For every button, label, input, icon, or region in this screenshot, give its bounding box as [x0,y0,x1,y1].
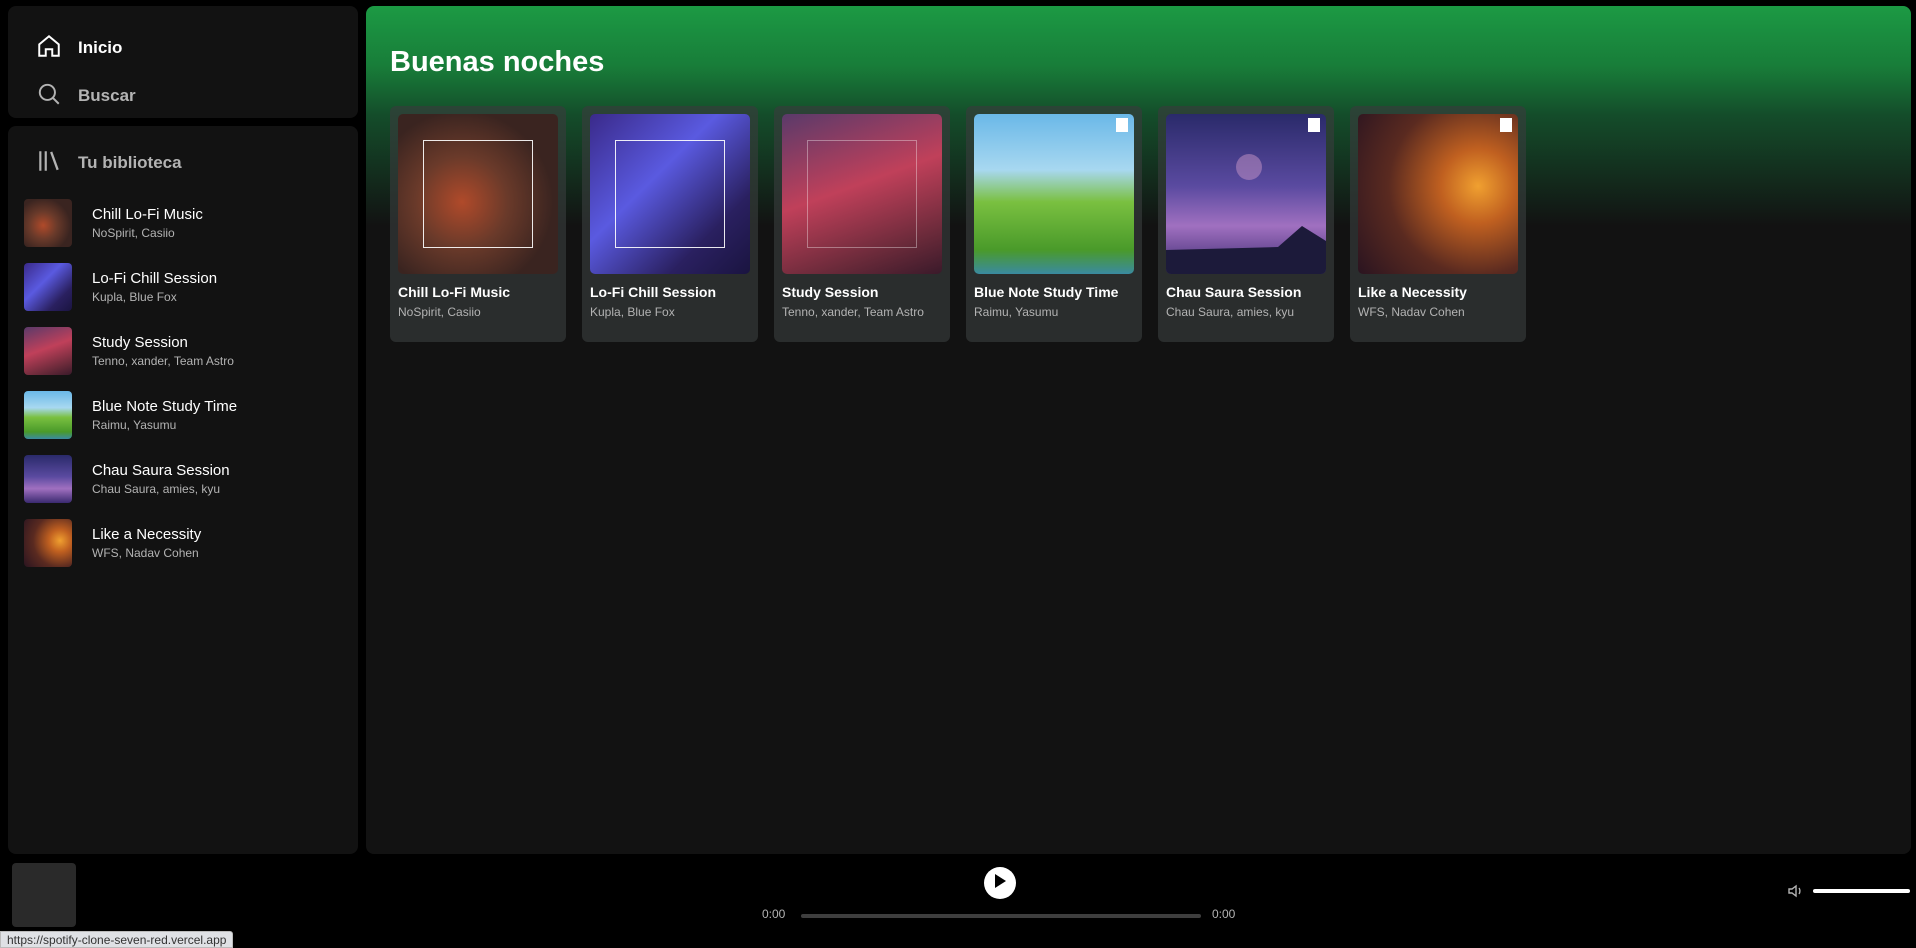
library-item-subtitle: WFS, Nadav Cohen [92,546,199,560]
library-item-title: Study Session [92,334,188,351]
label-icon [1116,118,1128,132]
library-item[interactable]: Study Session Tenno, xander, Team Astro [24,319,358,383]
duration: 0:00 [1212,907,1236,921]
playlist-cover [782,114,942,274]
now-playing-cover [12,863,76,927]
card-subtitle: NoSpirit, Casiio [398,305,481,319]
cover-frame [807,140,917,248]
play-button[interactable] [984,867,1016,899]
page-title: Buenas noches [390,46,605,78]
playlist-cover [590,114,750,274]
playlist-cover [1166,114,1326,274]
label-icon [1308,118,1320,132]
card-title: Chau Saura Session [1166,284,1302,300]
volume-icon[interactable] [1787,882,1805,900]
nav-search[interactable]: Buscar [8,72,358,120]
library-item-subtitle: Chau Saura, amies, kyu [92,482,221,496]
playlist-cover [24,455,72,503]
playlist-card[interactable]: Chill Lo-Fi Music NoSpirit, Casiio [390,106,566,342]
status-bar-url: https://spotify-clone-seven-red.vercel.a… [0,931,234,948]
card-title: Blue Note Study Time [974,284,1119,300]
card-subtitle: Tenno, xander, Team Astro [782,305,924,319]
library-item-title: Lo-Fi Chill Session [92,270,218,287]
library-list: Chill Lo-Fi Music NoSpirit, Casiio Lo-Fi … [8,191,358,575]
card-title: Study Session [782,284,879,300]
library-title: Tu biblioteca [78,153,182,172]
card-title: Like a Necessity [1358,284,1467,300]
moon-shape [1236,154,1262,180]
library-item[interactable]: Chill Lo-Fi Music NoSpirit, Casiio [24,191,358,255]
library-panel: Tu biblioteca Chill Lo-Fi Music NoSpirit,… [8,126,358,854]
library-header[interactable]: Tu biblioteca [8,135,358,191]
playlist-card[interactable]: Chau Saura Session Chau Saura, amies, ky… [1158,106,1334,342]
nav-search-label: Buscar [78,86,136,105]
library-item-title: Like a Necessity [92,526,202,543]
library-icon [36,148,62,179]
playlist-cover [24,391,72,439]
playlist-card[interactable]: Lo-Fi Chill Session Kupla, Blue Fox [582,106,758,342]
play-icon [993,873,1007,894]
label-icon [1500,118,1512,132]
cover-frame [423,140,533,248]
home-icon [36,33,62,64]
playlist-cover [24,519,72,567]
playlist-card[interactable]: Like a Necessity WFS, Nadav Cohen [1350,106,1526,342]
search-icon [36,81,62,112]
card-subtitle: Raimu, Yasumu [974,305,1059,319]
library-item-subtitle: Tenno, xander, Team Astro [92,354,234,368]
library-item-title: Chill Lo-Fi Music [92,206,203,223]
playlist-card[interactable]: Blue Note Study Time Raimu, Yasumu [966,106,1142,342]
progress-bar[interactable] [801,914,1201,918]
playlist-card[interactable]: Study Session Tenno, xander, Team Astro [774,106,950,342]
player-bar: 0:00 0:00 [0,862,1916,948]
nav-home[interactable]: Inicio [8,24,358,72]
playlist-cover [1358,114,1518,274]
current-time: 0:00 [762,907,786,921]
library-item[interactable]: Lo-Fi Chill Session Kupla, Blue Fox [24,255,358,319]
playlist-cover [24,327,72,375]
card-subtitle: Chau Saura, amies, kyu [1166,305,1295,319]
library-item-subtitle: Kupla, Blue Fox [92,290,177,304]
nav-home-label: Inicio [78,38,123,57]
library-item[interactable]: Like a Necessity WFS, Nadav Cohen [24,511,358,575]
volume-slider[interactable] [1813,889,1910,893]
app-window: Inicio Buscar Tu biblioteca Chill Lo-Fi … [0,0,1916,948]
card-subtitle: WFS, Nadav Cohen [1358,305,1465,319]
library-item-subtitle: NoSpirit, Casiio [92,226,175,240]
cover-frame [615,140,725,248]
library-item-title: Blue Note Study Time [92,398,238,415]
card-title: Lo-Fi Chill Session [590,284,717,300]
card-title: Chill Lo-Fi Music [398,284,510,300]
playlist-cover [24,263,72,311]
library-item[interactable]: Blue Note Study Time Raimu, Yasumu [24,383,358,447]
playlist-cover [398,114,558,274]
playlist-cover [24,199,72,247]
main-content: Buenas noches Chill Lo-Fi Music NoSpirit… [366,6,1911,854]
playlist-cover [974,114,1134,274]
hill-shape [1166,226,1326,274]
library-item-subtitle: Raimu, Yasumu [92,418,177,432]
library-item-title: Chau Saura Session [92,462,230,479]
playlist-grid: Chill Lo-Fi Music NoSpirit, Casiio Lo-Fi… [390,106,1526,342]
library-item[interactable]: Chau Saura Session Chau Saura, amies, kyu [24,447,358,511]
nav-panel: Inicio Buscar [8,6,358,118]
card-subtitle: Kupla, Blue Fox [590,305,675,319]
